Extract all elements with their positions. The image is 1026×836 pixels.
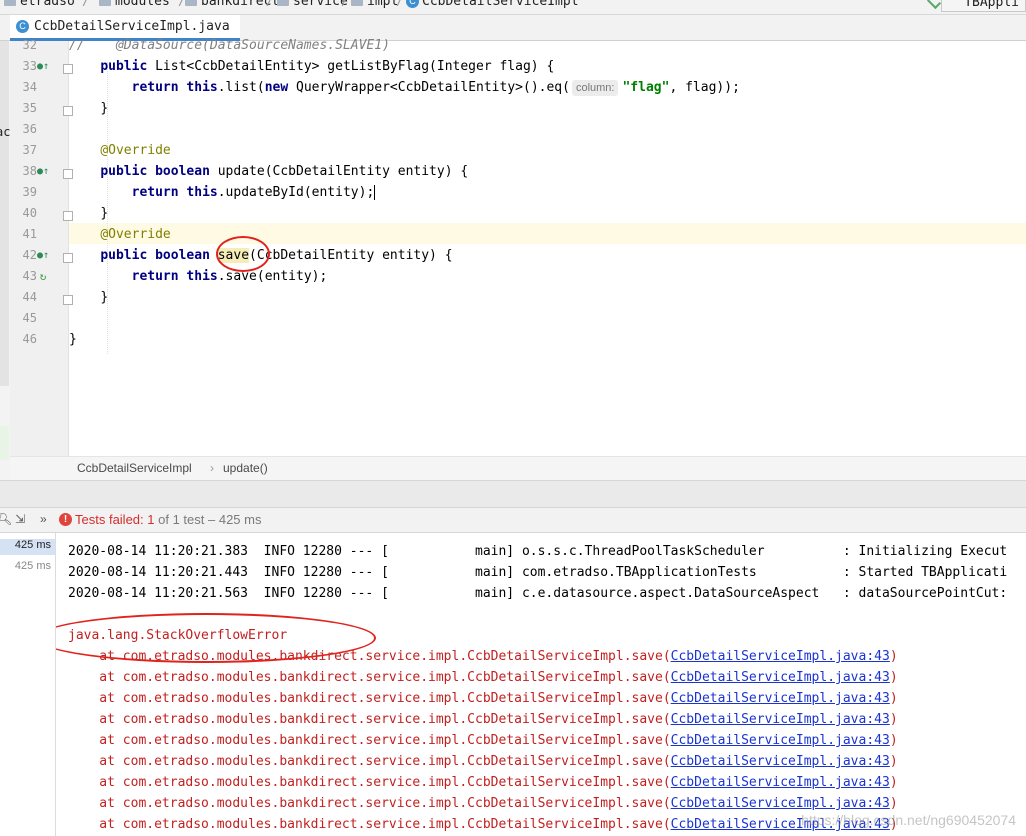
console-output[interactable]: 2020-08-14 11:20:21.383 INFO 12280 --- [… (56, 533, 1026, 836)
implements-method-icon[interactable]: ●↑ (37, 61, 49, 73)
tab-title: CcbDetailServiceImpl.java (34, 19, 230, 34)
breadcrumb-separator: / (82, 0, 90, 9)
line-number: 42 (22, 248, 37, 262)
breadcrumb-item[interactable]: C CcbDetailServiceImpl (406, 0, 579, 9)
watermark: https://blog.csdn.net/ng690452074 (801, 812, 1016, 828)
log-line: 2020-08-14 11:20:21.563 INFO 12280 --- [… (68, 586, 1008, 601)
line-number: 45 (22, 311, 37, 325)
source-link[interactable]: CcbDetailServiceImpl.java:43 (671, 733, 890, 748)
breadcrumb-separator: / (341, 0, 349, 9)
code-line-46: } (69, 332, 77, 347)
stack-frame-line: at com.etradso.modules.bankdirect.servic… (68, 712, 898, 727)
code-line-40: } (100, 206, 109, 221)
breadcrumb-separator: / (396, 0, 404, 9)
folder-icon (351, 0, 363, 6)
source-link[interactable]: CcbDetailServiceImpl.java:43 (671, 754, 890, 769)
folder-icon (185, 0, 197, 6)
breadcrumb-item[interactable]: modules (99, 0, 170, 9)
collapse-all-icon[interactable]: ⇲ (15, 512, 25, 526)
line-number: 35 (22, 101, 37, 115)
stack-frame-line: at com.etradso.modules.bankdirect.servic… (68, 670, 898, 685)
error-icon: ! (59, 513, 72, 526)
class-icon: C (406, 0, 419, 8)
code-line-38: public boolean update(CcbDetailEntity en… (100, 164, 469, 179)
stack-frame-line: at com.etradso.modules.bankdirect.servic… (68, 796, 898, 811)
source-link[interactable]: CcbDetailServiceImpl.java:43 (671, 796, 890, 811)
code-line-32: // @DataSource(DataSourceNames.SLAVE1) (69, 38, 390, 53)
line-number: 38 (22, 164, 37, 178)
run-configuration-selector[interactable]: TBAppli (941, 0, 1026, 12)
text-caret (374, 185, 376, 200)
folder-icon (4, 0, 16, 6)
tool-window-header (0, 480, 1026, 508)
line-number: 41 (22, 227, 37, 241)
implements-method-icon[interactable]: ●↑ (37, 250, 49, 262)
code-line-39: return this.updateById(entity); (131, 185, 376, 200)
stack-frame-line: at com.etradso.modules.bankdirect.servic… (68, 691, 898, 706)
line-number: 34 (22, 80, 37, 94)
project-panel-highlight (0, 426, 9, 460)
line-number: 37 (22, 143, 37, 157)
stack-frame-line: at com.etradso.modules.bankdirect.servic… (68, 733, 898, 748)
line-number: 46 (22, 332, 37, 346)
footer-class-crumb[interactable]: CcbDetailServiceImpl (77, 461, 192, 475)
test-tree-child-row[interactable]: 425 ms (0, 560, 51, 572)
line-number: 32 (22, 38, 37, 52)
line-number: 43 (22, 269, 37, 283)
folder-icon (99, 0, 111, 6)
code-line-34: return this.list(new QueryWrapper<CcbDet… (131, 79, 740, 96)
navigation-breadcrumb: etradso / modules / bankdirect / service… (0, 0, 1026, 15)
breadcrumb-item[interactable]: etradso (4, 0, 75, 9)
recursive-call-icon[interactable]: ↻ (37, 271, 49, 283)
run-toolbar: 🔍︎ ⇲ » ! Tests failed: 1 of 1 test – 425… (0, 508, 1026, 533)
code-line-33: public List<CcbDetailEntity> getListByFl… (100, 59, 555, 74)
source-link[interactable]: CcbDetailServiceImpl.java:43 (671, 670, 890, 685)
log-line: 2020-08-14 11:20:21.443 INFO 12280 --- [… (68, 565, 1008, 580)
search-icon[interactable]: 🔍︎ (0, 512, 12, 526)
breadcrumb-separator: / (266, 0, 274, 9)
stack-frame-line: at com.etradso.modules.bankdirect.servic… (68, 754, 898, 769)
source-link[interactable]: CcbDetailServiceImpl.java:43 (671, 649, 890, 664)
log-line: 2020-08-14 11:20:21.383 INFO 12280 --- [… (68, 544, 1008, 559)
code-line-44: } (100, 290, 109, 305)
source-link[interactable]: CcbDetailServiceImpl.java:43 (671, 712, 890, 727)
project-panel-edge (0, 41, 9, 386)
code-line-43: return this.save(entity); (131, 269, 328, 284)
line-number: 36 (22, 122, 37, 136)
more-actions-icon[interactable]: » (40, 512, 47, 526)
footer-method-crumb[interactable]: update() (223, 461, 268, 475)
implements-method-icon[interactable]: ●↑ (37, 166, 49, 178)
line-number: 33 (22, 59, 37, 73)
code-editor[interactable]: // @DataSource(DataSourceNames.SLAVE1) p… (69, 38, 1026, 456)
current-line-highlight (69, 223, 1026, 244)
source-link[interactable]: CcbDetailServiceImpl.java:43 (671, 775, 890, 790)
line-number: 39 (22, 185, 37, 199)
build-arrow-icon[interactable] (926, 0, 942, 10)
line-number: 40 (22, 206, 37, 220)
source-link[interactable]: CcbDetailServiceImpl.java:43 (671, 691, 890, 706)
folder-icon (277, 0, 289, 6)
parameter-hint: column: (571, 79, 619, 96)
chevron-right-icon: › (210, 461, 214, 475)
test-tree: 425 ms 425 ms (0, 533, 56, 836)
code-line-35: } (100, 101, 109, 116)
breadcrumb-item[interactable]: impl (351, 0, 398, 9)
code-line-41: @Override (100, 227, 171, 242)
class-icon: C (16, 20, 29, 33)
test-tree-root-row[interactable]: 425 ms (0, 539, 55, 555)
annotation-circle (216, 236, 270, 272)
editor-gutter: 32 33 34 35 36 37 38 39 40 41 42 43 44 4… (10, 38, 73, 456)
project-panel-text-fragment: ac (0, 125, 11, 139)
code-line-37: @Override (100, 143, 171, 158)
editor-breadcrumb: CcbDetailServiceImpl › update() (10, 456, 1026, 480)
test-status-text: Tests failed: 1 of 1 test – 425 ms (75, 512, 262, 527)
stack-frame-line: at com.etradso.modules.bankdirect.servic… (68, 817, 898, 832)
stack-frame-line: at com.etradso.modules.bankdirect.servic… (68, 775, 898, 790)
breadcrumb-item[interactable]: service (277, 0, 348, 9)
line-number: 44 (22, 290, 37, 304)
